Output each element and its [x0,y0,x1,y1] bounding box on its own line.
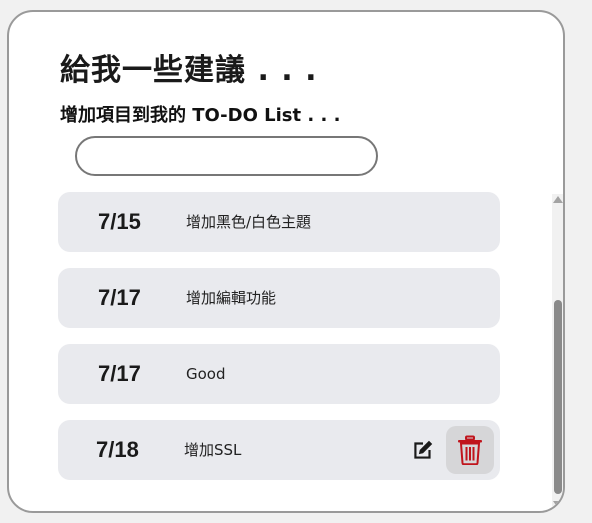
scroll-down-arrow-icon[interactable] [553,501,563,508]
todo-item[interactable]: 7/17 增加編輯功能 [58,268,500,328]
todo-text: 增加SSL [184,441,242,459]
todo-date: 7/17 [98,285,141,310]
todo-date: 7/18 [96,437,139,462]
edit-icon [414,440,433,459]
list-scrollbar[interactable] [552,194,563,510]
todo-list: 7/15 增加黑色/白色主題 7/17 增加編輯功能 7/17 Good 7/1… [9,192,549,511]
todo-text: Good [186,365,226,383]
todo-item[interactable]: 7/15 增加黑色/白色主題 [58,192,500,252]
todo-card: 給我一些建議 . . . 增加項目到我的 TO-DO List . . . 7/… [7,10,565,513]
trash-icon [458,435,482,465]
page-subtitle: 增加項目到我的 TO-DO List . . . [60,105,341,126]
edit-button[interactable] [408,435,438,465]
delete-button[interactable] [446,426,494,474]
scroll-thumb[interactable] [554,300,562,494]
todo-date: 7/15 [98,209,141,234]
todo-item[interactable]: 7/17 Good [58,344,500,404]
todo-input[interactable] [75,136,378,176]
scroll-up-arrow-icon[interactable] [553,196,563,203]
todo-text: 增加黑色/白色主題 [186,213,312,231]
page-title: 給我一些建議 . . . [60,53,318,88]
todo-text: 增加編輯功能 [186,289,277,307]
todo-item-hovered[interactable]: 7/18 增加SSL [58,420,500,480]
todo-date: 7/17 [98,361,141,386]
